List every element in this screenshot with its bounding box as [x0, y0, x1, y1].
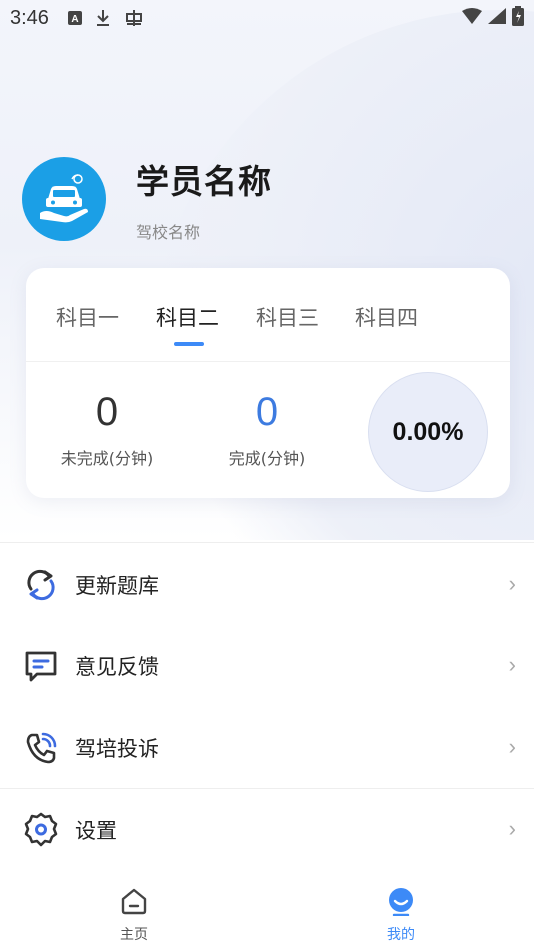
gear-icon [22, 811, 60, 849]
complete-label: 完成(分钟) [228, 449, 306, 468]
download-icon [95, 9, 111, 27]
nav-profile[interactable]: 我的 [361, 886, 441, 944]
chevron-right-icon: › [508, 652, 516, 677]
bug-icon [123, 8, 145, 28]
nav-profile-label: 我的 [387, 927, 415, 943]
bottom-nav: 主页 我的 [0, 872, 534, 951]
menu-label: 意见反馈 [75, 655, 159, 679]
progress-circle: 0.00% [368, 372, 488, 492]
profile-header[interactable]: 学员名称 驾校名称 [22, 155, 272, 243]
chevron-right-icon: › [508, 816, 516, 841]
chevron-right-icon: › [508, 571, 516, 596]
menu-item-complaint[interactable]: 驾培投诉 › [0, 708, 534, 788]
tab-subject-1[interactable]: 科目一 [56, 302, 119, 332]
tab-subject-2[interactable]: 科目二 [156, 302, 219, 332]
car-hand-icon [40, 174, 88, 223]
menu-item-feedback[interactable]: 意见反馈 › [0, 626, 534, 706]
feedback-icon [22, 647, 60, 685]
refresh-icon [22, 566, 60, 604]
nav-home-label: 主页 [120, 927, 148, 943]
menu-label: 驾培投诉 [75, 737, 159, 761]
menu-item-settings[interactable]: 设置 › [0, 790, 534, 870]
battery-icon [512, 5, 524, 31]
study-stats-card: 科目一 科目二 科目三 科目四 0 未完成(分钟) 0 完成(分钟) 0.00% [26, 268, 510, 498]
complete-stat: 0 完成(分钟) [222, 390, 312, 469]
chevron-right-icon: › [508, 734, 516, 759]
wifi-icon [462, 7, 482, 29]
tab-subject-3[interactable]: 科目三 [256, 302, 319, 332]
status-right-icons [462, 5, 524, 31]
subject-tabs: 科目一 科目二 科目三 科目四 [26, 268, 510, 362]
phone-call-icon [22, 729, 60, 767]
menu-item-update-questions[interactable]: 更新题库 › [0, 545, 534, 625]
complete-value: 0 [255, 390, 279, 434]
incomplete-label: 未完成(分钟) [60, 449, 154, 468]
status-time: 3:46 [10, 6, 49, 29]
profile-text: 学员名称 驾校名称 [136, 155, 272, 243]
menu-divider [0, 788, 534, 789]
avatar[interactable] [22, 157, 106, 241]
tab-subject-4[interactable]: 科目四 [355, 302, 418, 332]
school-name: 驾校名称 [136, 223, 201, 242]
profile-icon [389, 888, 413, 917]
home-icon [121, 888, 147, 915]
incomplete-stat: 0 未完成(分钟) [56, 390, 158, 469]
incomplete-value: 0 [95, 390, 119, 434]
app-a-icon: A [67, 10, 83, 26]
nav-home[interactable]: 主页 [94, 886, 174, 944]
active-tab-indicator [174, 342, 204, 346]
student-name: 学员名称 [136, 162, 272, 201]
menu-label: 更新题库 [75, 574, 159, 598]
svg-text:A: A [71, 14, 78, 25]
status-bar: 3:46 A [0, 0, 534, 36]
menu-label: 设置 [75, 819, 117, 843]
section-divider [0, 542, 534, 543]
signal-icon [488, 7, 506, 29]
